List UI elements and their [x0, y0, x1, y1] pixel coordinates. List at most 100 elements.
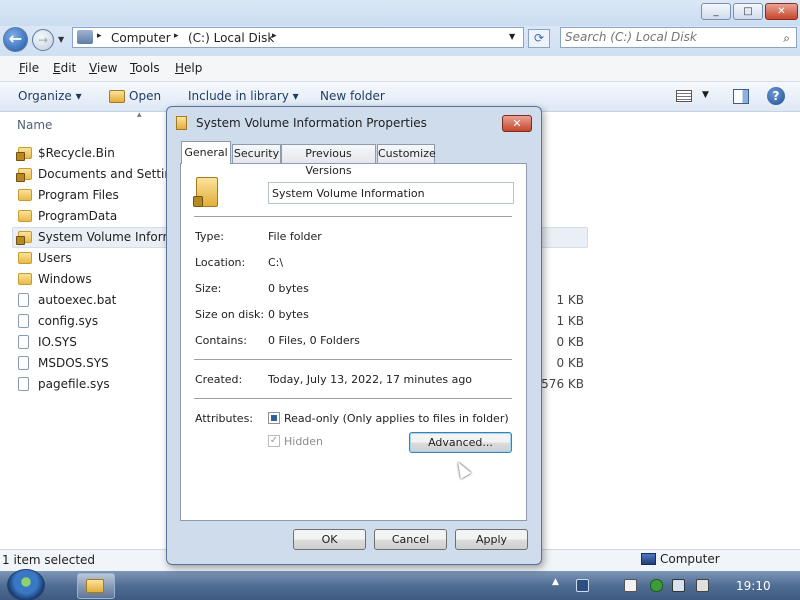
lock-icon: [193, 196, 203, 207]
list-item[interactable]: $Recycle.Bin: [14, 143, 166, 164]
list-item[interactable]: Windows: [14, 269, 166, 290]
clock[interactable]: 19:10: [736, 579, 771, 593]
file-name: IO.SYS: [38, 335, 77, 349]
read-only-label[interactable]: Read-only (Only applies to files in fold…: [284, 412, 509, 425]
breadcrumb-separator[interactable]: ▸: [97, 31, 102, 41]
column-header-name[interactable]: Name: [17, 118, 52, 132]
computer-icon: [77, 30, 93, 44]
document-icon[interactable]: [624, 579, 637, 592]
menu-view[interactable]: View: [89, 61, 117, 75]
divider: [194, 359, 512, 360]
new-folder-button[interactable]: New folder: [320, 89, 385, 103]
tab-customize[interactable]: Customize: [377, 144, 436, 163]
list-item[interactable]: IO.SYS: [14, 332, 166, 353]
dialog-close-button[interactable]: ✕: [502, 115, 532, 132]
menu-file[interactable]: File: [19, 61, 39, 75]
status-selection-text: 1 item selected: [2, 553, 96, 567]
lock-folder-icon: [176, 116, 187, 130]
hidden-checkbox: ✓: [268, 435, 280, 447]
include-in-library-button[interactable]: Include in library ▾: [188, 89, 299, 103]
attributes-label: Attributes:: [195, 412, 254, 425]
menu-tools[interactable]: Tools: [130, 61, 160, 75]
breadcrumb-local-disk[interactable]: (C:) Local Disk: [188, 31, 274, 45]
file-name: pagefile.sys: [38, 377, 110, 391]
back-button[interactable]: ←: [3, 27, 28, 52]
search-icon[interactable]: ⌕: [783, 31, 790, 46]
file-name: Program Files: [38, 188, 119, 202]
sort-ascending-icon: ▴: [137, 110, 142, 120]
location-label: Location:: [195, 256, 246, 269]
minimize-button[interactable]: _: [701, 3, 731, 20]
open-button[interactable]: Open: [129, 89, 161, 103]
maximize-button[interactable]: □: [733, 3, 763, 20]
size-value: 0 bytes: [268, 282, 309, 295]
view-options-dropdown-icon[interactable]: ▼: [702, 90, 709, 100]
list-item[interactable]: ProgramData: [14, 206, 166, 227]
search-input[interactable]: [565, 30, 770, 44]
help-icon[interactable]: ?: [767, 87, 785, 105]
network-icon[interactable]: [672, 579, 685, 592]
contains-label: Contains:: [195, 334, 247, 347]
menu-help[interactable]: Help: [175, 61, 202, 75]
location-value: C:\: [268, 256, 284, 269]
breadcrumb-computer[interactable]: Computer: [111, 31, 171, 45]
address-dropdown-icon[interactable]: ▼: [509, 32, 515, 41]
show-hidden-icons-icon[interactable]: ▲: [552, 577, 559, 587]
status-location-text: Computer: [660, 552, 720, 566]
file-icon: [18, 314, 29, 328]
folder-icon: [18, 189, 32, 201]
menu-edit[interactable]: Edit: [53, 61, 76, 75]
file-name: autoexec.bat: [38, 293, 117, 307]
file-name: ProgramData: [38, 209, 118, 223]
explorer-title-bar: [0, 0, 800, 28]
lock-folder-icon: [16, 231, 32, 245]
breadcrumb-separator[interactable]: ▸: [272, 31, 277, 41]
refresh-button[interactable]: ⟳: [528, 29, 550, 48]
search-box[interactable]: ⌕: [560, 27, 797, 48]
tab-security[interactable]: Security: [232, 144, 281, 163]
shield-icon[interactable]: [650, 579, 663, 592]
file-icon: [18, 293, 29, 307]
file-icon: [18, 356, 29, 370]
list-item[interactable]: Users: [14, 248, 166, 269]
list-item[interactable]: pagefile.sys: [14, 374, 166, 395]
preview-pane-icon[interactable]: [733, 89, 749, 104]
advanced-button[interactable]: Advanced...: [409, 432, 512, 453]
folder-icon: [86, 579, 104, 593]
list-item[interactable]: Documents and Settings: [14, 164, 186, 185]
read-only-checkbox[interactable]: [268, 412, 280, 424]
file-name: System Volume Informa: [38, 230, 182, 244]
start-button[interactable]: [7, 569, 45, 600]
list-item[interactable]: Program Files: [14, 185, 166, 206]
forward-button[interactable]: →: [32, 29, 54, 51]
tab-general[interactable]: General: [181, 141, 231, 164]
type-value: File folder: [268, 230, 322, 243]
file-name: $Recycle.Bin: [38, 146, 115, 160]
file-name: MSDOS.SYS: [38, 356, 109, 370]
list-item[interactable]: System Volume Informa: [14, 227, 181, 248]
cancel-button[interactable]: Cancel: [374, 529, 447, 550]
breadcrumb-separator[interactable]: ▸: [174, 31, 179, 41]
file-name: Users: [38, 251, 72, 265]
change-view-icon[interactable]: [676, 90, 692, 102]
ok-button[interactable]: OK: [293, 529, 366, 550]
created-value: Today, July 13, 2022, 17 minutes ago: [268, 373, 473, 386]
organize-button[interactable]: Organize ▾: [18, 89, 82, 103]
list-item[interactable]: MSDOS.SYS: [14, 353, 166, 374]
address-bar[interactable]: ▸ Computer ▸ (C:) Local Disk ▸ ▼: [72, 27, 524, 48]
list-item[interactable]: config.sys: [14, 311, 166, 332]
keyboard-icon[interactable]: [576, 579, 589, 592]
open-folder-icon: [109, 90, 125, 103]
folder-name-field[interactable]: [268, 182, 514, 204]
close-button[interactable]: ✕: [765, 3, 798, 20]
type-label: Type:: [195, 230, 224, 243]
file-icon: [18, 335, 29, 349]
volume-muted-icon[interactable]: [696, 579, 709, 592]
size-on-disk-value: 0 bytes: [268, 308, 309, 321]
hidden-label: Hidden: [284, 435, 324, 448]
list-item[interactable]: autoexec.bat: [14, 290, 166, 311]
recent-pages-dropdown[interactable]: ▼: [58, 35, 64, 44]
apply-button[interactable]: Apply: [455, 529, 528, 550]
menu-bar: File Edit View Tools Help: [0, 56, 800, 82]
tab-previous-versions[interactable]: Previous Versions: [281, 144, 376, 177]
